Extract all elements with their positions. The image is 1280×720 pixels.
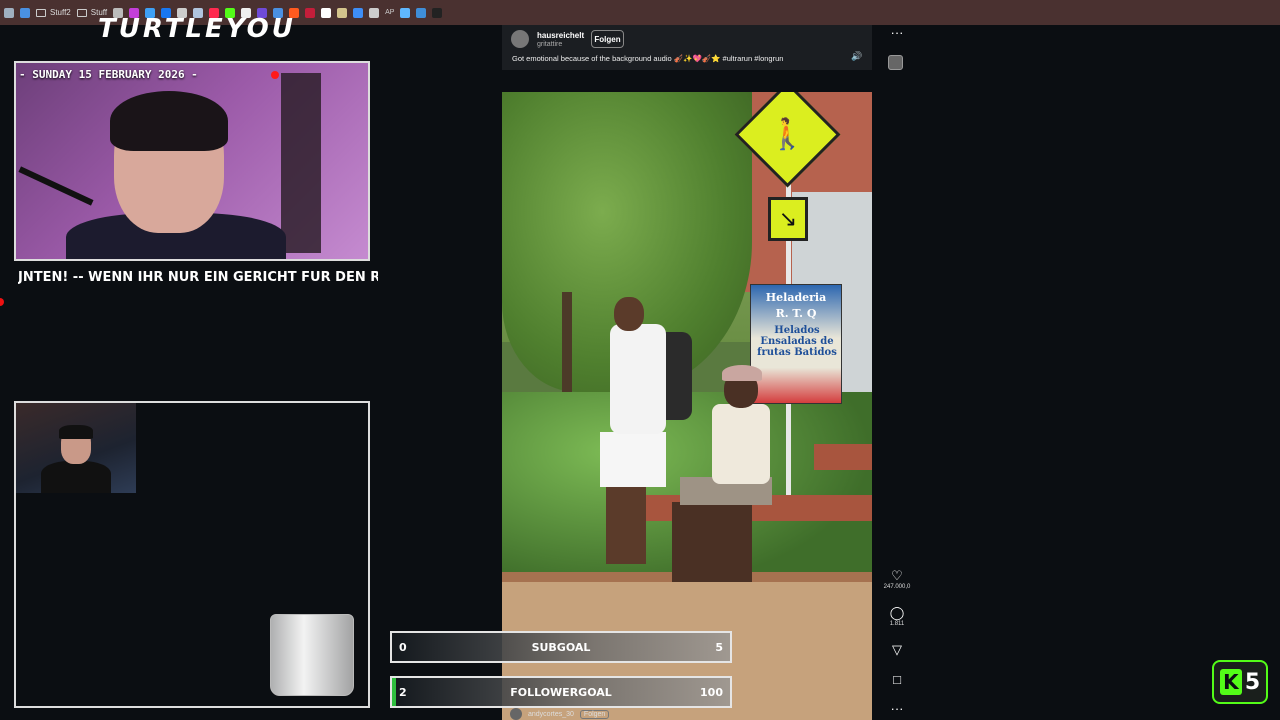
record-indicator-icon xyxy=(271,71,279,79)
comment-icon: ◯ xyxy=(889,605,905,620)
bench-back xyxy=(814,444,872,470)
seated-man-cap xyxy=(722,365,762,381)
streamer-hair xyxy=(110,91,228,151)
kick-badge: K 5 xyxy=(1212,660,1268,704)
video-player[interactable]: 🚶 ↘ Heladeria R. T. Q Helados Ensaladas … xyxy=(502,92,872,720)
channel-brand: TURTLEYOU xyxy=(98,14,296,44)
runner-shirt xyxy=(610,324,666,434)
like-button[interactable]: ♡ 247.000,0 xyxy=(876,568,918,590)
heart-icon: ♡ xyxy=(891,568,903,583)
glass-prop xyxy=(270,614,354,696)
bookmark-text[interactable]: AP xyxy=(385,9,394,16)
billboard: Heladeria R. T. Q Helados Ensaladas de f… xyxy=(750,284,842,404)
runner-legs xyxy=(606,484,646,564)
next-username[interactable]: andycortes_30 xyxy=(528,711,574,718)
speaker-icon[interactable]: 🔊 xyxy=(851,51,862,62)
bookmark-favicon-icon[interactable] xyxy=(432,7,443,18)
bookmark-favicon-icon[interactable] xyxy=(321,7,332,18)
bookmark-favicon-icon[interactable] xyxy=(337,7,348,18)
bookmark-favicon-icon[interactable] xyxy=(20,7,30,18)
video-caption: Got emotional because of the background … xyxy=(512,54,784,63)
billboard-sub: R. T. Q xyxy=(775,307,817,320)
send-icon: ▽ xyxy=(892,642,902,657)
stream-date: - SUNDAY 15 FEBRUARY 2026 - xyxy=(19,68,198,81)
billboard-body: Helados Ensaladas de frutas Batidos xyxy=(757,325,837,358)
runner-head xyxy=(614,297,644,331)
sound-thumbnail[interactable] xyxy=(888,55,903,70)
bookmark-icon: □ xyxy=(893,672,901,687)
mini-shirt xyxy=(41,461,111,493)
webcam-main: - SUNDAY 15 FEBRUARY 2026 - xyxy=(14,61,370,261)
bookmark-favicon-icon[interactable] xyxy=(416,7,427,18)
subgoal-target: 5 xyxy=(715,641,723,654)
more-bottom-icon: ··· xyxy=(890,701,904,716)
microphone-arm xyxy=(18,166,94,206)
save-button[interactable]: □ xyxy=(876,672,918,687)
more-bottom-button[interactable]: ··· xyxy=(876,701,918,716)
followergoal-target: 100 xyxy=(700,686,723,699)
tripod xyxy=(281,73,321,253)
more-top-button[interactable]: ··· xyxy=(876,25,918,40)
seated-man-legs xyxy=(672,502,752,582)
ticker-text: JNTEN! -- WENN IHR NUR EIN GERICHT FÜR D… xyxy=(18,270,378,285)
share-button[interactable]: ▽ xyxy=(876,642,918,657)
ticker-marker xyxy=(0,298,4,306)
pedestrian-icon: 🚶 xyxy=(768,118,807,151)
next-video-row: andycortes_30 Folgen xyxy=(510,708,610,720)
comment-count: 1.811 xyxy=(889,621,905,627)
more-icon: ··· xyxy=(890,25,904,40)
like-count: 247.000,0 xyxy=(883,584,911,590)
creator-avatar[interactable] xyxy=(511,30,529,48)
bookmark-favicon-icon[interactable] xyxy=(369,7,380,18)
subgoal-bar: 0 SUBGOAL 5 xyxy=(390,631,732,663)
bookmark-favicon-icon[interactable] xyxy=(400,7,411,18)
bookmark-folder-label: Stuff2 xyxy=(50,8,71,17)
subgoal-label: SUBGOAL xyxy=(531,641,591,654)
kick-logo-icon: K xyxy=(1219,669,1242,695)
screen: Stuff2 Stuff AP TURTLEYOU - SUNDAY 15 FEBR… xyxy=(0,0,1280,720)
follow-button[interactable]: Folgen xyxy=(591,30,624,48)
seated-man-shirt xyxy=(712,404,770,484)
comment-button[interactable]: ◯ 1.811 xyxy=(876,605,918,627)
folder-icon xyxy=(76,8,87,17)
kick-count: 5 xyxy=(1244,669,1261,695)
next-avatar[interactable] xyxy=(510,708,522,720)
video-header: hausreichelt gritattire Folgen Got emoti… xyxy=(502,25,872,70)
bookmark-favicon-icon[interactable] xyxy=(353,7,364,18)
runner-shorts xyxy=(600,432,666,487)
next-follow-button[interactable]: Folgen xyxy=(579,709,610,719)
followergoal-label: FOLLOWERGOAL xyxy=(510,686,612,699)
mini-hair xyxy=(59,425,93,439)
creator-username[interactable]: hausreichelt xyxy=(537,31,584,40)
arrow-sign: ↘ xyxy=(768,197,808,241)
bookmark-folder[interactable]: Stuff2 xyxy=(36,8,71,17)
webcam-mini-view xyxy=(16,403,136,493)
creator-sound[interactable]: gritattire xyxy=(537,41,562,48)
followergoal-bar: 2 FOLLOWERGOAL 100 xyxy=(390,676,732,708)
bookmark-favicon-icon[interactable] xyxy=(305,7,316,18)
billboard-title: Heladeria xyxy=(765,291,827,304)
side-actions: ··· ♡ 247.000,0 ◯ 1.811 ▽ □ ··· xyxy=(876,25,918,720)
bookmark-favicon-icon[interactable] xyxy=(4,7,14,18)
folder-icon xyxy=(36,8,46,17)
